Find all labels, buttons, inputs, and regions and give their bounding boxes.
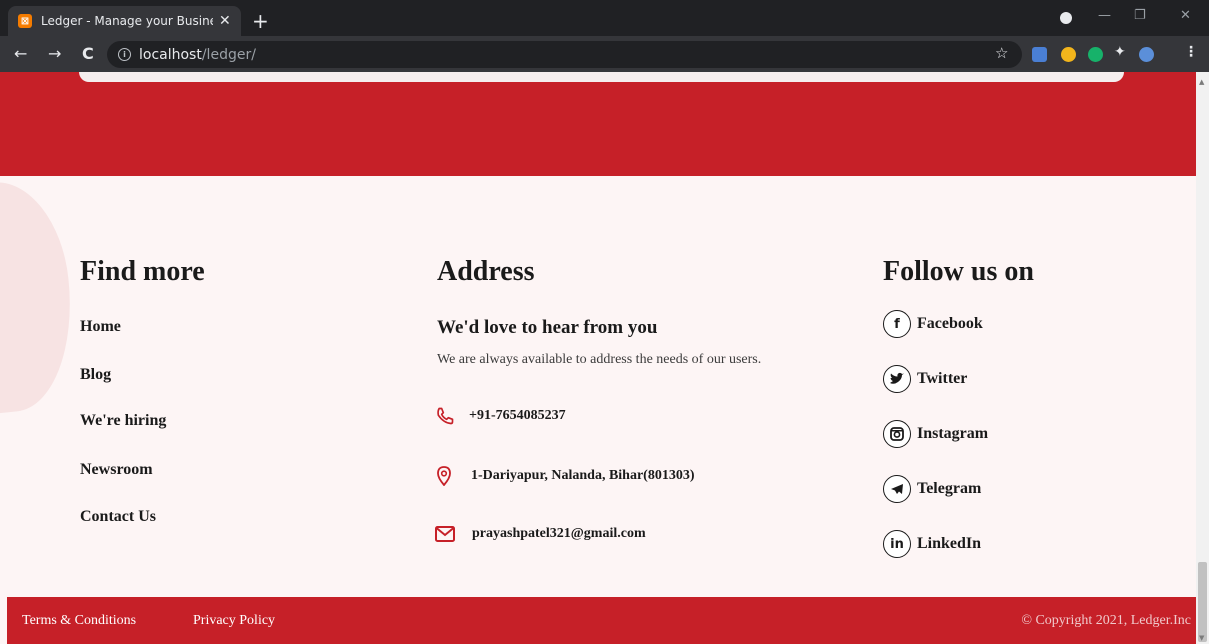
chrome-profile-icon[interactable] — [1060, 12, 1072, 24]
page-viewport: Find more Home Blog We're hiring Newsroo… — [0, 72, 1196, 644]
copyright-text: © Copyright 2021, Ledger.Inc — [1021, 613, 1191, 628]
hero-red-band — [0, 72, 1196, 176]
email-row[interactable]: prayashpatel321@gmail.com — [435, 526, 646, 542]
browser-toolbar: ← → C i localhost /ledger/ ☆ ✦ ⋮ — [0, 36, 1209, 72]
scrollbar-thumb[interactable] — [1198, 562, 1207, 642]
map-pin-icon — [437, 466, 451, 486]
social-facebook[interactable]: f Facebook — [883, 310, 983, 338]
translate-extension-icon[interactable] — [1032, 47, 1047, 62]
bottom-footer-bar: Terms & Conditions Privacy Policy © Copy… — [7, 597, 1196, 644]
address-subtitle: We'd love to hear from you — [437, 317, 658, 338]
phone-row[interactable]: +91-7654085237 — [435, 406, 566, 426]
find-more-title: Find more — [80, 256, 205, 287]
browser-tab[interactable]: ⊠ Ledger - Manage your Business E ✕ — [8, 6, 241, 36]
social-linkedin[interactable]: in LinkedIn — [883, 530, 981, 558]
social-label: LinkedIn — [917, 535, 982, 552]
location-text: 1-Dariyapur, Nalanda, Bihar(801303) — [471, 468, 695, 483]
social-instagram[interactable]: Instagram — [883, 420, 988, 448]
maximize-icon[interactable]: ❐ — [1134, 8, 1146, 23]
location-row: 1-Dariyapur, Nalanda, Bihar(801303) — [437, 466, 695, 486]
address-section: Address We'd love to hear from you We ar… — [435, 256, 817, 542]
reload-button[interactable]: C — [82, 44, 94, 63]
social-label: Twitter — [917, 370, 968, 387]
privacy-link[interactable]: Privacy Policy — [193, 613, 275, 629]
tab-close-icon[interactable]: ✕ — [219, 13, 231, 29]
find-more-section: Find more Home Blog We're hiring Newsroo… — [80, 256, 205, 525]
footer-link-blog[interactable]: Blog — [80, 366, 111, 384]
email-address: prayashpatel321@gmail.com — [472, 526, 646, 541]
tab-title: Ledger - Manage your Business E — [41, 14, 213, 28]
extension-icon[interactable] — [1061, 47, 1076, 62]
scroll-up-arrow-icon[interactable]: ▲ — [1199, 78, 1204, 86]
url-host: localhost — [139, 46, 202, 63]
bookmark-star-icon[interactable]: ☆ — [995, 44, 1008, 62]
mail-icon — [435, 526, 455, 542]
social-label: Instagram — [917, 425, 989, 442]
new-tab-button[interactable]: + — [252, 9, 269, 33]
address-description: We are always available to address the n… — [437, 352, 762, 367]
back-button[interactable]: ← — [14, 44, 27, 63]
close-window-icon[interactable]: ✕ — [1180, 8, 1191, 23]
grammarly-extension-icon[interactable] — [1088, 47, 1103, 62]
forward-button[interactable]: → — [48, 44, 61, 63]
puzzle-extensions-icon[interactable]: ✦ — [1114, 44, 1129, 60]
profile-avatar[interactable] — [1139, 47, 1154, 62]
phone-number: +91-7654085237 — [469, 408, 566, 423]
browser-tab-strip: ⊠ Ledger - Manage your Business E ✕ + — … — [0, 0, 1209, 36]
decorative-blob — [0, 175, 82, 419]
social-twitter[interactable]: Twitter — [883, 365, 967, 393]
page-scrollbar[interactable]: ▲ ▼ — [1196, 72, 1209, 644]
info-icon[interactable]: i — [118, 48, 131, 61]
terms-link[interactable]: Terms & Conditions — [22, 613, 136, 629]
scroll-down-arrow-icon[interactable]: ▼ — [1199, 634, 1204, 642]
linkedin-icon: in — [883, 530, 911, 558]
footer-link-newsroom[interactable]: Newsroom — [80, 461, 153, 479]
url-path: /ledger/ — [201, 46, 256, 63]
social-label: Telegram — [917, 480, 982, 497]
phone-icon — [435, 406, 455, 426]
twitter-icon — [883, 365, 911, 393]
instagram-icon — [883, 420, 911, 448]
card-bottom-edge — [79, 72, 1124, 82]
footer-link-hiring[interactable]: We're hiring — [80, 412, 166, 430]
address-title: Address — [437, 256, 535, 287]
follow-section: Follow us on f Facebook Twitter Instagra… — [883, 256, 1123, 558]
menu-kebab-icon[interactable]: ⋮ — [1184, 44, 1199, 60]
social-telegram[interactable]: Telegram — [883, 475, 981, 503]
social-label: Facebook — [917, 315, 983, 332]
follow-title: Follow us on — [883, 256, 1034, 287]
telegram-icon — [883, 475, 911, 503]
xampp-favicon-icon: ⊠ — [18, 14, 32, 28]
minimize-icon[interactable]: — — [1098, 8, 1111, 23]
address-bar[interactable]: i localhost /ledger/ — [107, 41, 1022, 68]
footer-link-home[interactable]: Home — [80, 318, 121, 336]
footer-link-contact[interactable]: Contact Us — [80, 508, 156, 526]
facebook-icon: f — [883, 310, 911, 338]
